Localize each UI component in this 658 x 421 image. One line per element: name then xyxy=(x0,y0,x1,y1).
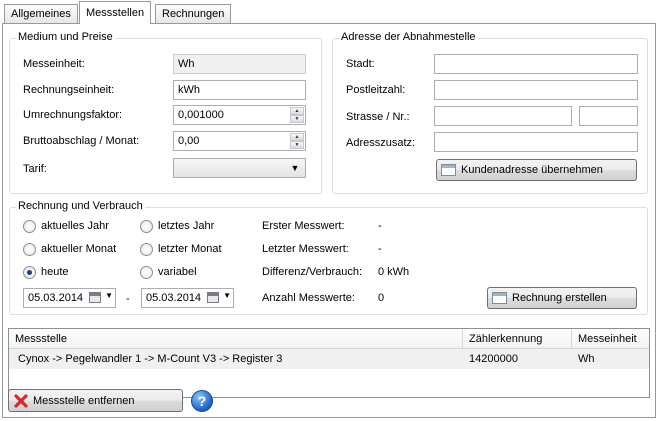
delete-x-icon xyxy=(14,393,28,408)
radio-variabel[interactable] xyxy=(140,266,153,279)
messstelle-entfernen-label: Messstelle entfernen xyxy=(33,394,135,407)
umrechnungsfaktor-stepper[interactable]: 0,001000 ▲ ▼ xyxy=(173,105,306,125)
letzter-messwert-value: - xyxy=(378,243,382,255)
spin-down-icon[interactable]: ▼ xyxy=(290,141,304,149)
radio-letzter-monat-label[interactable]: letzter Monat xyxy=(158,243,222,255)
radio-aktueller-monat[interactable] xyxy=(23,243,36,256)
column-header-messeinheit[interactable]: Messeinheit xyxy=(572,329,649,349)
column-header-zaehlerkennung[interactable]: Zählerkennung xyxy=(463,329,572,349)
date-from-picker[interactable]: 05.03.2014 ▼ xyxy=(23,288,116,308)
rechnungseinheit-label: Rechnungseinheit: xyxy=(23,84,115,96)
letzter-messwert-label: Letzter Messwert: xyxy=(262,243,349,255)
cell-messeinheit: Wh xyxy=(578,353,595,365)
bruttoabschlag-spin-buttons[interactable]: ▲ ▼ xyxy=(290,133,304,149)
radio-letztes-jahr-label[interactable]: letztes Jahr xyxy=(158,220,214,232)
radio-aktuelles-jahr-label[interactable]: aktuelles Jahr xyxy=(41,220,109,232)
chevron-down-icon[interactable]: ▼ xyxy=(223,291,231,300)
table-row[interactable]: Cynox -> Pegelwandler 1 -> M-Count V3 ->… xyxy=(9,349,649,369)
messstellen-table: Messstelle Zählerkennung Messeinheit Cyn… xyxy=(8,328,650,398)
date-separator: - xyxy=(126,293,130,305)
table-header: Messstelle Zählerkennung Messeinheit xyxy=(9,329,649,349)
tab-strip: Allgemeines Messstellen Rechnungen xyxy=(0,0,658,24)
radio-letzter-monat[interactable] xyxy=(140,243,153,256)
adresszusatz-label: Adresszusatz: xyxy=(346,137,416,149)
rechnungseinheit-field[interactable]: kWh xyxy=(173,80,306,100)
calendar-icon[interactable] xyxy=(89,292,101,303)
tab-panel-messstellen: Medium und Preise Messeinheit: Wh Rechnu… xyxy=(2,23,656,418)
messstelle-entfernen-button[interactable]: Messstelle entfernen xyxy=(8,389,183,412)
group-title-medium: Medium und Preise xyxy=(16,31,115,43)
messeinheit-label: Messeinheit: xyxy=(23,58,85,70)
tab-messstellen[interactable]: Messstellen xyxy=(79,1,152,24)
cell-zaehlerkennung: 14200000 xyxy=(469,353,518,365)
anzahl-messwerte-value: 0 xyxy=(378,292,385,304)
radio-heute-label[interactable]: heute xyxy=(41,266,69,278)
date-to-picker[interactable]: 05.03.2014 ▼ xyxy=(141,288,234,308)
bruttoabschlag-stepper[interactable]: 0,00 ▲ ▼ xyxy=(173,131,306,151)
radio-letztes-jahr[interactable] xyxy=(140,220,153,233)
tarif-label: Tarif: xyxy=(23,163,47,175)
anzahl-messwerte-label: Anzahl Messwerte: xyxy=(262,292,355,304)
tab-rechnungen[interactable]: Rechnungen xyxy=(155,4,232,23)
group-medium-und-preise: Medium und Preise Messeinheit: Wh Rechnu… xyxy=(9,31,322,194)
calendar-icon[interactable] xyxy=(207,292,219,303)
spin-down-icon[interactable]: ▼ xyxy=(290,115,304,123)
date-from-value: 05.03.2014 xyxy=(28,292,84,304)
umrechnungsfaktor-label: Umrechnungsfaktor: xyxy=(23,109,123,121)
kundenadresse-uebernehmen-label: Kundenadresse übernehmen xyxy=(461,164,603,176)
hausnummer-field[interactable] xyxy=(579,106,638,126)
rechnung-erstellen-button[interactable]: Rechnung erstellen xyxy=(487,287,637,309)
tarif-dropdown[interactable]: ▼ xyxy=(173,158,306,178)
tab-allgemeines[interactable]: Allgemeines xyxy=(4,4,78,23)
group-adresse-abnahmestelle: Adresse der Abnahmestelle Stadt: Postlei… xyxy=(332,31,648,194)
window-icon xyxy=(492,291,508,305)
strasse-label: Strasse / Nr.: xyxy=(346,111,410,123)
erster-messwert-value: - xyxy=(378,220,382,232)
chevron-down-icon[interactable]: ▼ xyxy=(287,160,303,176)
umrechnungsfaktor-value: 0,001000 xyxy=(178,109,224,121)
help-icon[interactable]: ? xyxy=(191,390,213,412)
date-to-value: 05.03.2014 xyxy=(146,292,202,304)
kundenadresse-uebernehmen-button[interactable]: Kundenadresse übernehmen xyxy=(436,159,637,181)
bruttoabschlag-value: 0,00 xyxy=(178,135,200,147)
bruttoabschlag-label: Bruttoabschlag / Monat: xyxy=(23,135,140,147)
differenz-verbrauch-label: Differenz/Verbrauch: xyxy=(262,266,363,278)
radio-aktuelles-jahr[interactable] xyxy=(23,220,36,233)
radio-variabel-label[interactable]: variabel xyxy=(158,266,197,278)
cell-messstelle: Cynox -> Pegelwandler 1 -> M-Count V3 ->… xyxy=(18,353,283,365)
strasse-field[interactable] xyxy=(434,106,572,126)
stadt-label: Stadt: xyxy=(346,58,375,70)
column-header-messstelle[interactable]: Messstelle xyxy=(9,329,463,349)
umrechnungsfaktor-spin-buttons[interactable]: ▲ ▼ xyxy=(290,107,304,123)
spin-up-icon[interactable]: ▲ xyxy=(290,133,304,141)
stadt-field[interactable] xyxy=(434,54,638,74)
postleitzahl-field[interactable] xyxy=(434,80,638,100)
erster-messwert-label: Erster Messwert: xyxy=(262,220,345,232)
chevron-down-icon[interactable]: ▼ xyxy=(105,291,113,300)
differenz-verbrauch-value: 0 kWh xyxy=(378,266,410,278)
messeinheit-field: Wh xyxy=(173,54,306,74)
group-title-adresse: Adresse der Abnahmestelle xyxy=(339,31,478,43)
adresszusatz-field[interactable] xyxy=(434,132,638,152)
window-icon xyxy=(441,163,457,177)
spin-up-icon[interactable]: ▲ xyxy=(290,107,304,115)
postleitzahl-label: Postleitzahl: xyxy=(346,84,406,96)
rechnung-erstellen-label: Rechnung erstellen xyxy=(512,292,607,304)
group-rechnung-und-verbrauch: Rechnung und Verbrauch aktuelles Jahr le… xyxy=(9,200,648,315)
group-title-rechnung: Rechnung und Verbrauch xyxy=(16,200,145,212)
radio-heute[interactable] xyxy=(23,266,36,279)
radio-aktueller-monat-label[interactable]: aktueller Monat xyxy=(41,243,116,255)
